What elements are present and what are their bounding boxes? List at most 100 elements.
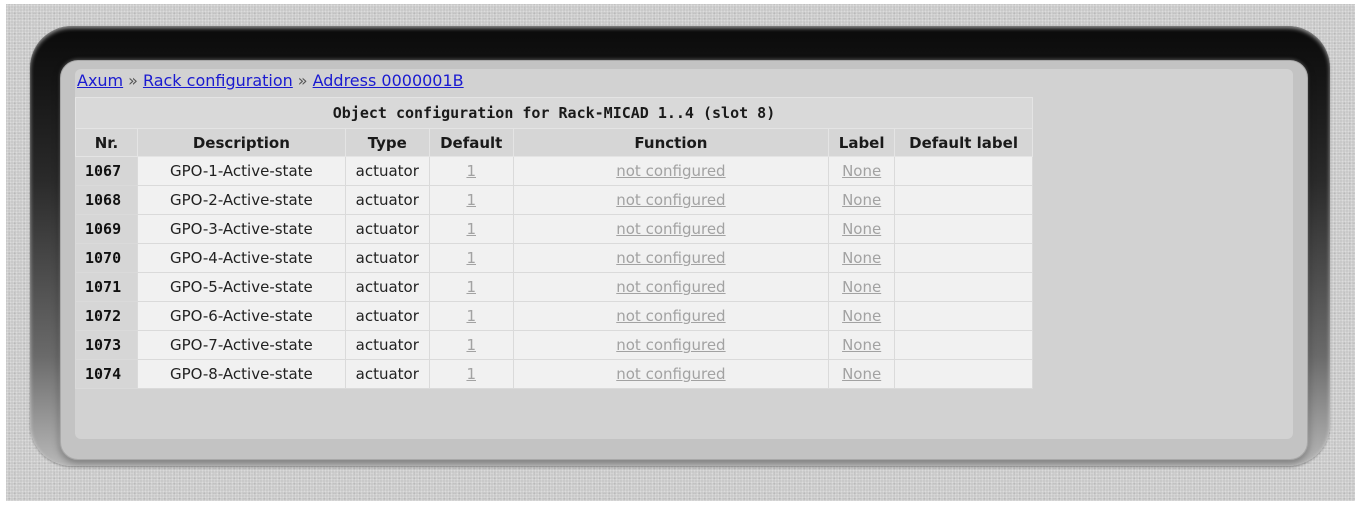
default-link[interactable]: 1 [466,220,476,238]
label-link[interactable]: None [842,278,881,296]
row-type: actuator [344,301,430,331]
label-link[interactable]: None [842,307,881,325]
row-label-cell: None [828,156,896,186]
row-default-cell: 1 [428,301,514,331]
label-link[interactable]: None [842,220,881,238]
breadcrumb-separator: » [128,71,138,90]
function-link[interactable]: not configured [616,278,725,296]
label-link[interactable]: None [842,336,881,354]
column-header-default-label: Default label [894,128,1033,157]
row-nr: 1068 [75,185,138,215]
row-nr: 1072 [75,301,138,331]
row-nr: 1071 [75,272,138,302]
row-function-cell: not configured [512,301,830,331]
row-nr: 1070 [75,243,138,273]
table-row: 1074 GPO-8-Active-state actuator 1 not c… [75,359,1033,389]
row-description: GPO-5-Active-state [136,272,346,302]
row-default-label [894,272,1033,302]
row-default-label [894,359,1033,389]
label-link[interactable]: None [842,162,881,180]
function-link[interactable]: not configured [616,307,725,325]
row-label-cell: None [828,243,896,273]
row-default-label [894,156,1033,186]
row-default-label [894,301,1033,331]
column-header-function: Function [512,128,830,157]
table-row: 1069 GPO-3-Active-state actuator 1 not c… [75,214,1033,244]
row-label-cell: None [828,272,896,302]
row-description: GPO-7-Active-state [136,330,346,360]
row-default-cell: 1 [428,214,514,244]
row-description: GPO-4-Active-state [136,243,346,273]
row-label-cell: None [828,330,896,360]
row-nr: 1067 [75,156,138,186]
table-row: 1072 GPO-6-Active-state actuator 1 not c… [75,301,1033,331]
row-type: actuator [344,214,430,244]
object-config-table: Object configuration for Rack-MICAD 1..4… [75,97,1033,389]
row-function-cell: not configured [512,359,830,389]
default-link[interactable]: 1 [466,307,476,325]
function-link[interactable]: not configured [616,191,725,209]
row-type: actuator [344,243,430,273]
row-description: GPO-1-Active-state [136,156,346,186]
default-link[interactable]: 1 [466,191,476,209]
row-label-cell: None [828,359,896,389]
row-default-cell: 1 [428,330,514,360]
breadcrumb-separator: » [297,71,308,90]
table-row: 1071 GPO-5-Active-state actuator 1 not c… [75,272,1033,302]
label-link[interactable]: None [842,365,881,383]
content-area: Axum» Rack configuration» Address 0000001B… [75,69,1293,439]
function-link[interactable]: not configured [616,162,725,180]
row-function-cell: not configured [512,156,830,186]
column-header-label: Label [828,128,896,157]
row-type: actuator [344,272,430,302]
row-label-cell: None [828,214,896,244]
label-link[interactable]: None [842,249,881,267]
label-link[interactable]: None [842,191,881,209]
row-default-cell: 1 [428,359,514,389]
default-link[interactable]: 1 [466,365,476,383]
content-panel: Axum» Rack configuration» Address 0000001B… [60,60,1308,460]
table-header-row: Nr. Description Type Default Function La… [75,128,1033,157]
row-type: actuator [344,359,430,389]
row-default-label [894,185,1033,215]
row-default-cell: 1 [428,272,514,302]
breadcrumb-link-axum[interactable]: Axum [77,71,123,90]
row-type: actuator [344,156,430,186]
default-link[interactable]: 1 [466,336,476,354]
default-link[interactable]: 1 [466,162,476,180]
background: Axum» Rack configuration» Address 0000001B… [6,4,1355,501]
row-nr: 1074 [75,359,138,389]
table-row: 1073 GPO-7-Active-state actuator 1 not c… [75,330,1033,360]
row-nr: 1069 [75,214,138,244]
row-function-cell: not configured [512,330,830,360]
row-type: actuator [344,330,430,360]
column-header-description: Description [136,128,346,157]
column-header-nr: Nr. [75,128,138,157]
table-row: 1068 GPO-2-Active-state actuator 1 not c… [75,185,1033,215]
table-row: 1067 GPO-1-Active-state actuator 1 not c… [75,156,1033,186]
table-caption: Object configuration for Rack-MICAD 1..4… [75,97,1033,129]
default-link[interactable]: 1 [466,249,476,267]
row-function-cell: not configured [512,185,830,215]
row-label-cell: None [828,301,896,331]
row-type: actuator [344,185,430,215]
function-link[interactable]: not configured [616,336,725,354]
row-function-cell: not configured [512,214,830,244]
row-description: GPO-8-Active-state [136,359,346,389]
column-header-type: Type [344,128,430,157]
row-function-cell: not configured [512,243,830,273]
breadcrumb-link-address[interactable]: Address 0000001B [313,71,464,90]
row-description: GPO-3-Active-state [136,214,346,244]
row-default-cell: 1 [428,156,514,186]
row-default-label [894,330,1033,360]
breadcrumb-link-rack-configuration[interactable]: Rack configuration [143,71,293,90]
row-function-cell: not configured [512,272,830,302]
function-link[interactable]: not configured [616,220,725,238]
row-nr: 1073 [75,330,138,360]
row-default-cell: 1 [428,185,514,215]
row-label-cell: None [828,185,896,215]
function-link[interactable]: not configured [616,249,725,267]
default-link[interactable]: 1 [466,278,476,296]
row-default-label [894,243,1033,273]
function-link[interactable]: not configured [616,365,725,383]
